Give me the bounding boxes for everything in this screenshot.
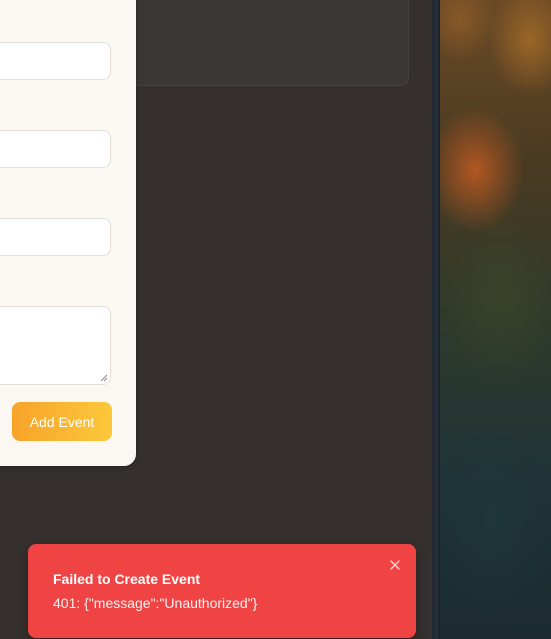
error-toast: Failed to Create Event 401: {"message":"… xyxy=(28,544,416,638)
close-icon[interactable] xyxy=(389,559,401,571)
event-title-input[interactable] xyxy=(0,42,111,80)
resize-grip-icon[interactable] xyxy=(100,374,108,382)
event-description-textarea[interactable] xyxy=(0,306,111,385)
toast-title: Failed to Create Event xyxy=(53,571,201,587)
toast-message: 401: {"message":"Unauthorized"} xyxy=(53,595,258,611)
event-location-input[interactable] xyxy=(0,218,111,256)
window-divider xyxy=(432,0,440,639)
event-form: Add Event xyxy=(0,0,137,466)
add-event-button[interactable]: Add Event xyxy=(12,402,112,441)
desktop-wallpaper xyxy=(440,0,551,639)
event-date-input[interactable] xyxy=(0,130,111,168)
background-card xyxy=(120,0,409,86)
